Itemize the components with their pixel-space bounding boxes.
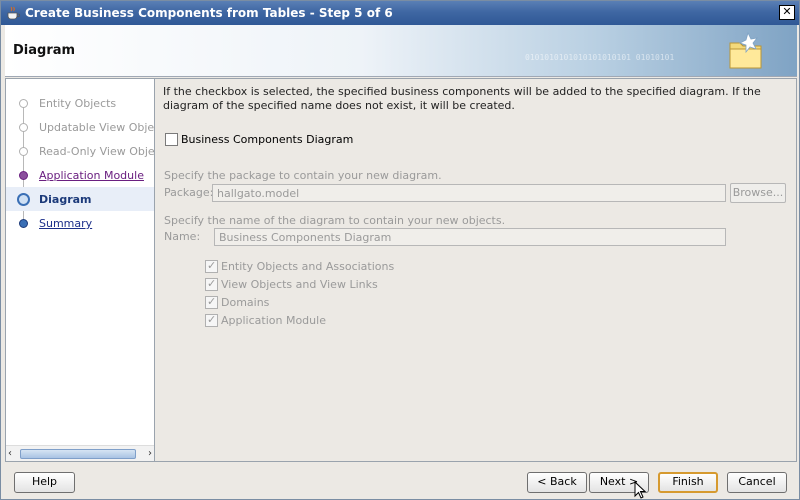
scroll-right-icon[interactable]: › bbox=[142, 448, 152, 460]
step-node-icon bbox=[19, 123, 28, 132]
finish-button[interactable]: Finish bbox=[658, 472, 718, 493]
domains-checkbox[interactable] bbox=[205, 295, 218, 309]
step-node-icon bbox=[19, 147, 28, 156]
close-button[interactable]: ✕ bbox=[779, 5, 795, 20]
step-summary[interactable]: Summary bbox=[6, 211, 154, 235]
name-hint: Specify the name of the diagram to conta… bbox=[164, 214, 506, 227]
step-updatable-view-objects: Updatable View Objects bbox=[6, 115, 170, 139]
wizard-folder-icon bbox=[729, 31, 762, 69]
title-bar[interactable]: Create Business Components from Tables -… bbox=[1, 1, 799, 25]
view-objects-view-links-label[interactable]: View Objects and View Links bbox=[221, 278, 378, 291]
step-label: Diagram bbox=[39, 193, 92, 206]
step-label: Read-Only View Objects bbox=[39, 145, 171, 158]
step-link[interactable]: Summary bbox=[39, 217, 92, 230]
step-node-icon bbox=[19, 99, 28, 108]
page-title: Diagram bbox=[13, 43, 76, 58]
step-diagram: Diagram bbox=[6, 187, 154, 211]
wizard-window: Create Business Components from Tables -… bbox=[0, 0, 800, 500]
step-label: Updatable View Objects bbox=[39, 121, 171, 134]
cancel-button[interactable]: Cancel bbox=[727, 472, 787, 493]
business-components-diagram-checkbox[interactable] bbox=[165, 133, 178, 146]
scroll-thumb[interactable] bbox=[20, 449, 136, 459]
java-cup-icon bbox=[7, 6, 21, 20]
application-module-label[interactable]: Application Module bbox=[221, 314, 326, 327]
entity-objects-associations-checkbox[interactable] bbox=[205, 259, 218, 273]
business-components-diagram-label[interactable]: Business Components Diagram bbox=[181, 133, 353, 146]
wizard-content: If the checkbox is selected, the specifi… bbox=[155, 78, 797, 462]
step-label: Entity Objects bbox=[39, 97, 117, 110]
scroll-left-icon[interactable]: ‹ bbox=[8, 448, 18, 460]
wizard-header: Diagram 0101010101010101010101 01010101 bbox=[5, 25, 797, 77]
browse-button[interactable]: Browse... bbox=[730, 183, 786, 203]
step-link[interactable]: Application Module bbox=[39, 169, 144, 182]
step-entity-objects: Entity Objects bbox=[6, 91, 154, 115]
back-button[interactable]: < Back bbox=[527, 472, 587, 493]
step-node-icon bbox=[19, 171, 28, 180]
application-module-checkbox[interactable] bbox=[205, 313, 218, 327]
view-objects-view-links-checkbox[interactable] bbox=[205, 277, 218, 291]
name-label: Name: bbox=[164, 230, 201, 243]
package-field[interactable] bbox=[212, 184, 726, 202]
description-text: If the checkbox is selected, the specifi… bbox=[163, 85, 761, 112]
horizontal-scrollbar[interactable]: ‹ › bbox=[6, 445, 154, 461]
step-node-icon bbox=[19, 219, 28, 228]
package-hint: Specify the package to contain your new … bbox=[164, 169, 442, 182]
step-current-node-icon bbox=[17, 193, 30, 206]
package-label: Package: bbox=[164, 186, 214, 199]
close-icon: ✕ bbox=[782, 5, 792, 18]
step-read-only-view-objects: Read-Only View Objects bbox=[6, 139, 171, 163]
step-application-module[interactable]: Application Module bbox=[6, 163, 154, 187]
name-field[interactable] bbox=[214, 228, 726, 246]
mouse-pointer-icon bbox=[634, 481, 647, 499]
help-button[interactable]: Help bbox=[14, 472, 75, 493]
entity-objects-associations-label[interactable]: Entity Objects and Associations bbox=[221, 260, 394, 273]
window-title: Create Business Components from Tables -… bbox=[25, 6, 393, 20]
domains-label[interactable]: Domains bbox=[221, 296, 269, 309]
wizard-steps-panel: Entity Objects Updatable View Objects Re… bbox=[5, 78, 171, 462]
binary-decoration: 0101010101010101010101 01010101 bbox=[525, 53, 675, 62]
